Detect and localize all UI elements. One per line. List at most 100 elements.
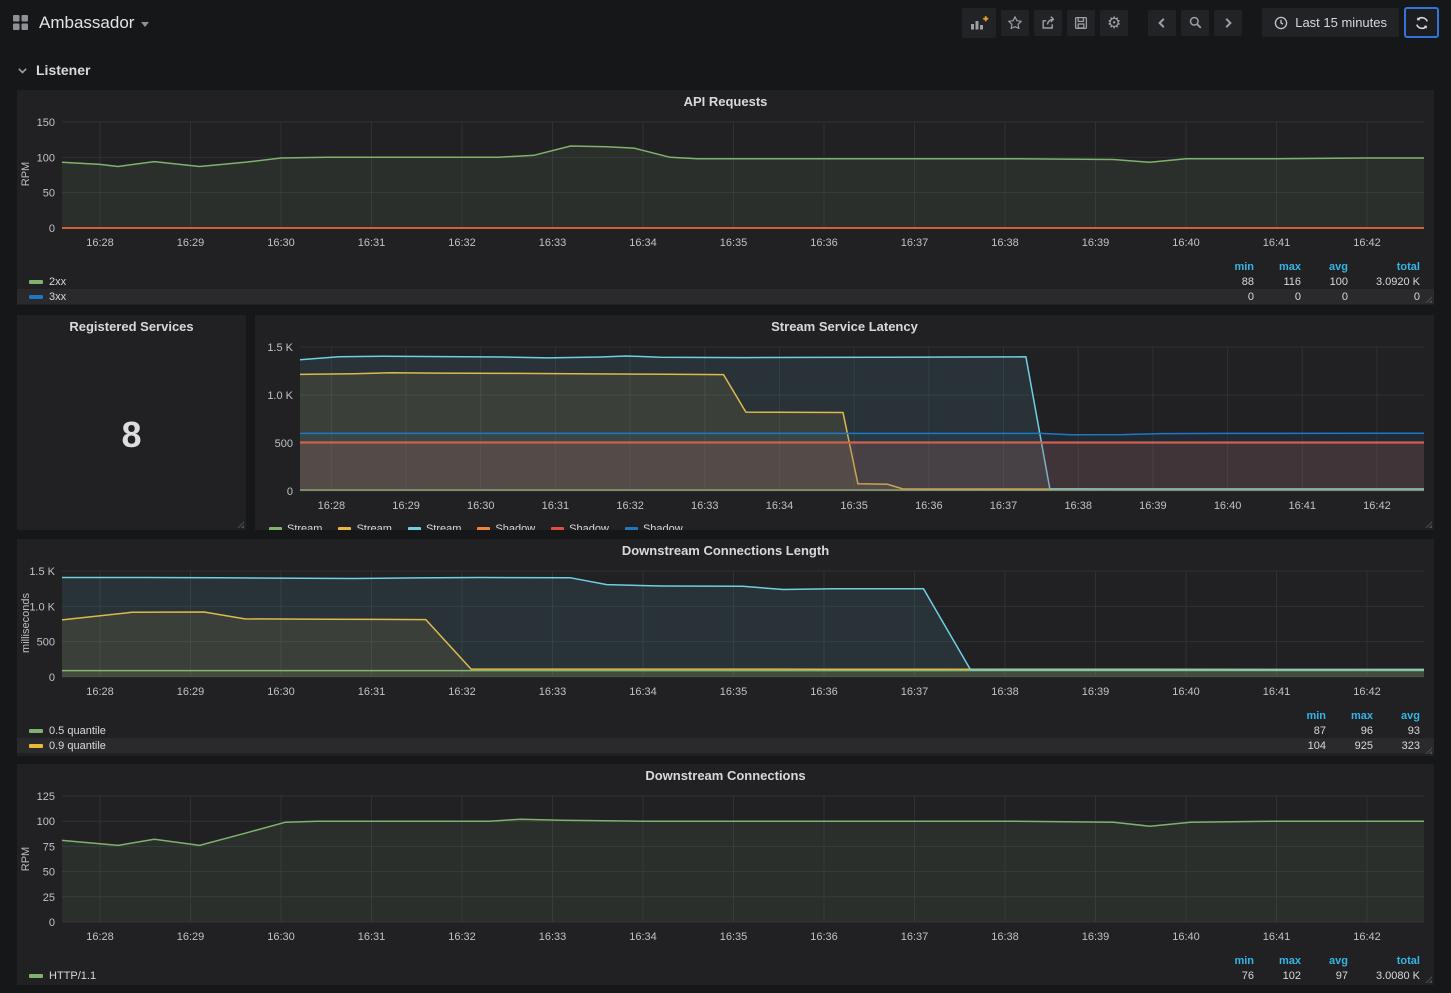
svg-text:50: 50 bbox=[43, 867, 55, 879]
time-back-button[interactable] bbox=[1148, 10, 1176, 36]
svg-text:16:34: 16:34 bbox=[766, 500, 794, 512]
refresh-icon bbox=[1414, 15, 1430, 31]
downstream-connections-length-chart[interactable]: 05001.0 K1.5 K16:2816:2916:3016:3116:321… bbox=[17, 563, 1434, 703]
svg-text:16:28: 16:28 bbox=[86, 686, 114, 698]
legend-col-total[interactable]: total bbox=[1348, 955, 1420, 967]
legend-item-3xx[interactable]: 3xx bbox=[29, 291, 1207, 303]
dashboard: Ambassador bbox=[0, 0, 1451, 993]
svg-text:16:39: 16:39 bbox=[1139, 500, 1167, 512]
svg-text:16:31: 16:31 bbox=[358, 686, 386, 698]
legend-col-avg[interactable]: avg bbox=[1373, 710, 1420, 722]
share-icon bbox=[1040, 15, 1056, 31]
legend-item-2xx[interactable]: 2xx bbox=[29, 276, 1207, 288]
legend-col-avg[interactable]: avg bbox=[1301, 955, 1348, 967]
legend-item-shadow[interactable]: Shadow bbox=[477, 523, 535, 530]
legend-item-shadow[interactable]: Shadow bbox=[625, 523, 683, 530]
chevron-down-icon bbox=[17, 65, 28, 76]
legend-item-shadow[interactable]: Shadow bbox=[551, 523, 609, 530]
legend-value-min: 76 bbox=[1207, 970, 1254, 982]
svg-text:16:29: 16:29 bbox=[177, 931, 205, 943]
legend-item-0.9-quantile[interactable]: 0.9 quantile bbox=[29, 740, 1279, 752]
svg-text:16:28: 16:28 bbox=[318, 500, 346, 512]
y-axis-label: RPM bbox=[19, 794, 33, 924]
favorite-button[interactable] bbox=[1001, 10, 1029, 36]
svg-text:16:30: 16:30 bbox=[267, 931, 295, 943]
panel-stream-service-latency: Stream Service Latency 05001.0 K1.5 K16:… bbox=[255, 315, 1434, 530]
time-forward-button[interactable] bbox=[1214, 10, 1242, 36]
series-color-dash bbox=[29, 295, 43, 299]
stream-service-latency-chart[interactable]: 05001.0 K1.5 K16:2816:2916:3016:3116:321… bbox=[255, 339, 1434, 517]
panel-registered-services: Registered Services 8 bbox=[17, 315, 246, 530]
svg-text:16:37: 16:37 bbox=[901, 686, 929, 698]
zoom-out-button[interactable] bbox=[1181, 10, 1209, 36]
svg-text:16:28: 16:28 bbox=[86, 237, 114, 249]
row-listener-toggle[interactable]: Listener bbox=[17, 62, 90, 78]
svg-text:16:38: 16:38 bbox=[991, 237, 1019, 249]
panel-resize-handle[interactable] bbox=[1423, 519, 1432, 528]
legend-item-0.5-quantile[interactable]: 0.5 quantile bbox=[29, 725, 1279, 737]
series-color-dash bbox=[551, 527, 564, 530]
svg-text:16:36: 16:36 bbox=[810, 931, 838, 943]
clock-icon bbox=[1274, 16, 1288, 30]
svg-text:16:34: 16:34 bbox=[629, 931, 657, 943]
panel-title[interactable]: Downstream Connections Length bbox=[17, 539, 1434, 563]
panel-resize-handle[interactable] bbox=[1423, 745, 1432, 754]
svg-text:16:41: 16:41 bbox=[1263, 686, 1291, 698]
svg-text:16:42: 16:42 bbox=[1363, 500, 1391, 512]
panel-title[interactable]: API Requests bbox=[17, 90, 1434, 114]
legend-value-max: 1.408 K bbox=[1326, 755, 1373, 757]
panel-title[interactable]: Stream Service Latency bbox=[255, 315, 1434, 339]
legend-col-max[interactable]: max bbox=[1254, 955, 1301, 967]
svg-text:16:34: 16:34 bbox=[629, 686, 657, 698]
y-axis-label: milliseconds bbox=[19, 569, 33, 677]
api-requests-chart[interactable]: 05010015016:2816:2916:3016:3116:3216:331… bbox=[17, 114, 1434, 254]
row-listener-label: Listener bbox=[36, 62, 90, 78]
refresh-button[interactable] bbox=[1404, 7, 1439, 38]
settings-button[interactable]: ⚙ bbox=[1100, 10, 1128, 36]
legend-value-min: 110 bbox=[1279, 755, 1326, 757]
legend-item-stream[interactable]: Stream bbox=[338, 523, 391, 530]
dashboards-grid-icon[interactable] bbox=[12, 14, 29, 31]
time-range-picker[interactable]: Last 15 minutes bbox=[1262, 8, 1399, 37]
svg-text:16:28: 16:28 bbox=[86, 931, 114, 943]
legend-col-max[interactable]: max bbox=[1326, 710, 1373, 722]
panel-title[interactable]: Registered Services bbox=[17, 315, 246, 339]
series-color-dash bbox=[29, 974, 43, 978]
save-icon bbox=[1073, 15, 1089, 31]
svg-text:1.0 K: 1.0 K bbox=[267, 390, 293, 402]
legend-header-row: minmaxavgtotal bbox=[17, 259, 1434, 274]
svg-text:16:41: 16:41 bbox=[1263, 237, 1291, 249]
downstream-connections-chart[interactable]: 025507510012516:2816:2916:3016:3116:3216… bbox=[17, 788, 1434, 948]
series-color-dash bbox=[29, 280, 43, 284]
share-button[interactable] bbox=[1034, 10, 1062, 36]
panel-title[interactable]: Downstream Connections bbox=[17, 764, 1434, 788]
add-panel-button[interactable] bbox=[962, 8, 996, 38]
legend-item-stream[interactable]: Stream bbox=[269, 523, 322, 530]
svg-text:16:36: 16:36 bbox=[810, 686, 838, 698]
panel-resize-handle[interactable] bbox=[235, 519, 244, 528]
panel-downstream-connections-length: Downstream Connections Length millisecon… bbox=[17, 539, 1434, 756]
panel-resize-handle[interactable] bbox=[1423, 974, 1432, 983]
legend-col-min[interactable]: min bbox=[1207, 261, 1254, 273]
legend-col-total[interactable]: total bbox=[1348, 261, 1420, 273]
legend-item-0.99-quantile[interactable]: 0.99 quantile bbox=[29, 755, 1279, 757]
legend-value-avg: 100 bbox=[1301, 276, 1348, 288]
legend-col-max[interactable]: max bbox=[1254, 261, 1301, 273]
legend-value-min: 104 bbox=[1279, 740, 1326, 752]
legend-col-min[interactable]: min bbox=[1207, 955, 1254, 967]
series-label: Stream bbox=[426, 523, 461, 530]
svg-text:100: 100 bbox=[37, 816, 55, 828]
legend-col-avg[interactable]: avg bbox=[1301, 261, 1348, 273]
panel-resize-handle[interactable] bbox=[1423, 294, 1432, 303]
save-button[interactable] bbox=[1067, 10, 1095, 36]
svg-text:16:32: 16:32 bbox=[448, 237, 476, 249]
svg-text:0: 0 bbox=[49, 223, 55, 235]
legend-col-min[interactable]: min bbox=[1279, 710, 1326, 722]
svg-text:75: 75 bbox=[43, 841, 55, 853]
dashboard-title-dropdown[interactable]: Ambassador bbox=[39, 13, 149, 33]
bar-chart-plus-icon bbox=[969, 15, 989, 31]
series-color-dash bbox=[477, 527, 490, 530]
legend-item-stream[interactable]: Stream bbox=[408, 523, 461, 530]
legend-item-http-1.1[interactable]: HTTP/1.1 bbox=[29, 970, 1207, 982]
downstream-connections-legend: minmaxavgtotalHTTP/1.176102973.0080 K bbox=[17, 953, 1434, 985]
